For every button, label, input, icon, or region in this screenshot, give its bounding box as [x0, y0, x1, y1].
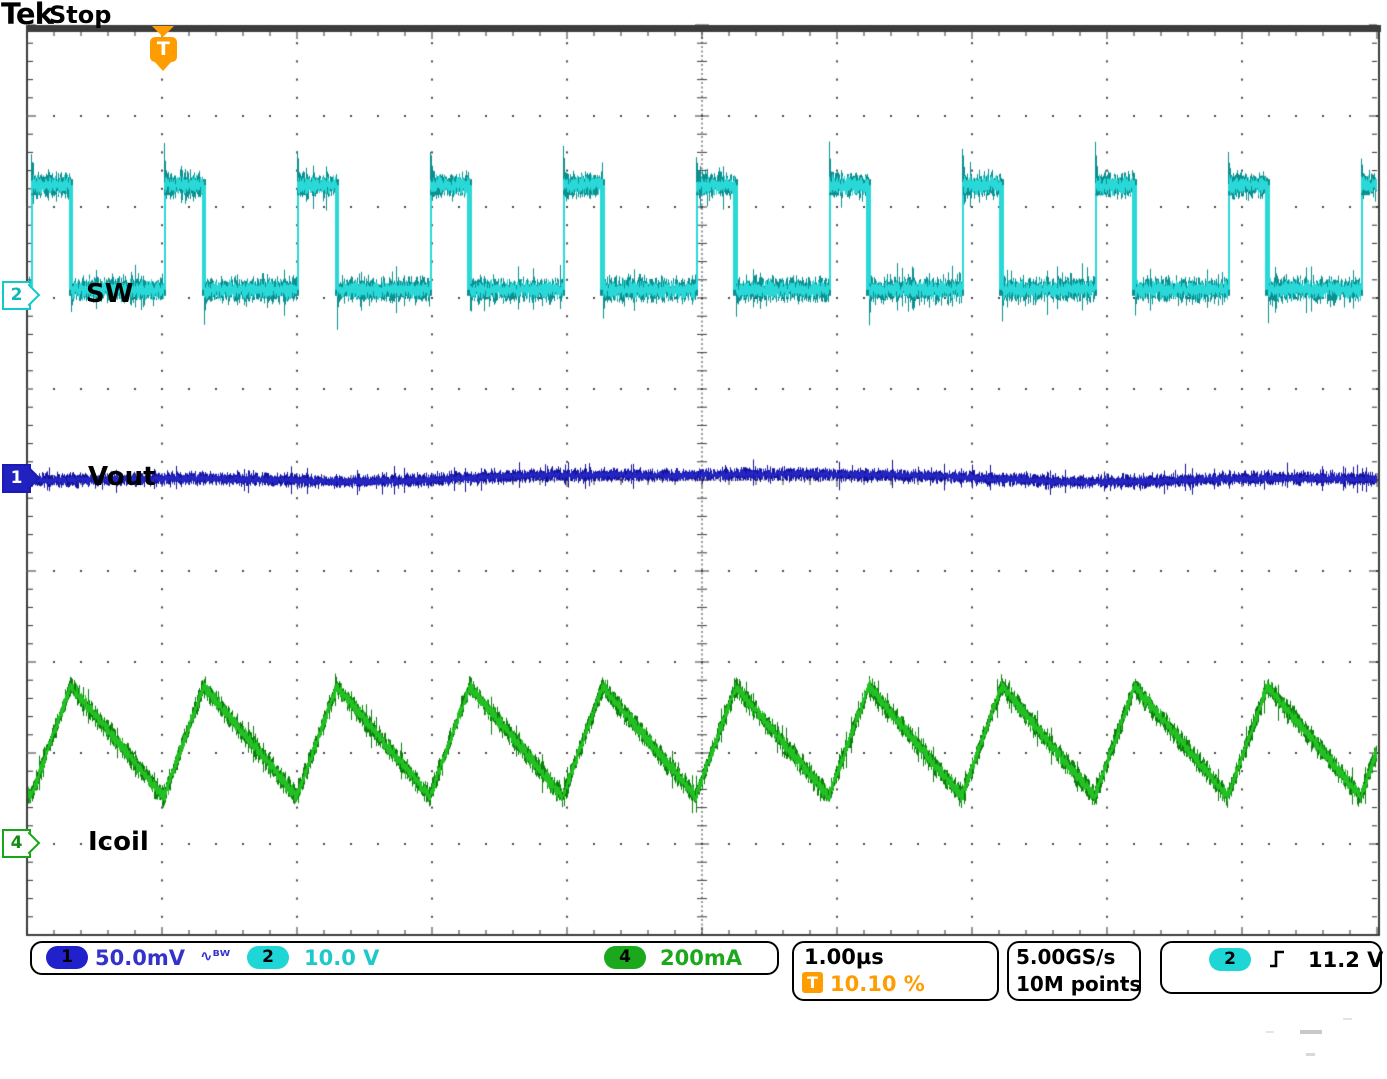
- trigger-position-value: 10.10 %: [830, 972, 925, 996]
- channel-2-tag-number: 2: [11, 285, 23, 305]
- timebase-scale: 1.00µs: [804, 945, 884, 969]
- ch1-coupling-indicators: ∿ᴮᵂ: [200, 947, 230, 965]
- ch1-badge: 1: [46, 946, 88, 969]
- ch4-badge: 4: [604, 946, 646, 969]
- channel-1-tag-number: 1: [11, 468, 23, 488]
- vertical-scales-box[interactable]: 1 50.0mV ∿ᴮᵂ 2 10.0 V 4 200mA: [30, 941, 779, 975]
- acquisition-box[interactable]: 5.00GS/s 10M points: [1007, 941, 1141, 1001]
- channel-1-reference-tag[interactable]: 1: [2, 464, 31, 493]
- channel-2-label-sw: SW: [86, 279, 133, 309]
- timebase-box[interactable]: 1.00µs T 10.10 %: [792, 941, 999, 1001]
- scope-graticule-and-waveforms: [0, 0, 1387, 1079]
- acquisition-status: Stop: [49, 1, 111, 29]
- ch4-scale: 200mA: [660, 946, 742, 970]
- channel-4-tag-number: 4: [11, 833, 23, 853]
- channel-1-label-vout: Vout: [88, 462, 156, 492]
- ch2-badge: 2: [247, 946, 289, 969]
- ch1-scale: 50.0mV: [95, 946, 185, 970]
- sample-rate: 5.00GS/s: [1016, 945, 1115, 969]
- channel-4-label-icoil: Icoil: [88, 827, 149, 857]
- trigger-badge-tip: [154, 61, 172, 71]
- trigger-arrow-icon: [152, 26, 174, 37]
- tek-logo: Tek: [1, 0, 53, 31]
- trigger-level: 11.2 V: [1308, 948, 1383, 972]
- record-length: 10M points: [1016, 972, 1141, 996]
- scan-artifact: [1300, 1030, 1322, 1034]
- scan-artifact: [1266, 1031, 1274, 1033]
- scan-artifact: [1343, 1018, 1352, 1020]
- trigger-position-badge: T: [802, 972, 823, 993]
- trigger-source-badge: 2: [1209, 948, 1251, 971]
- channel-4-reference-tag[interactable]: 4: [2, 829, 31, 858]
- trigger-t-badge: T: [150, 37, 177, 62]
- rising-edge-icon: [1268, 948, 1286, 970]
- channel-2-reference-tag[interactable]: 2: [2, 281, 31, 310]
- scan-artifact: [1306, 1053, 1315, 1056]
- trigger-box[interactable]: 2 11.2 V: [1160, 941, 1382, 994]
- ch2-scale: 10.0 V: [304, 946, 379, 970]
